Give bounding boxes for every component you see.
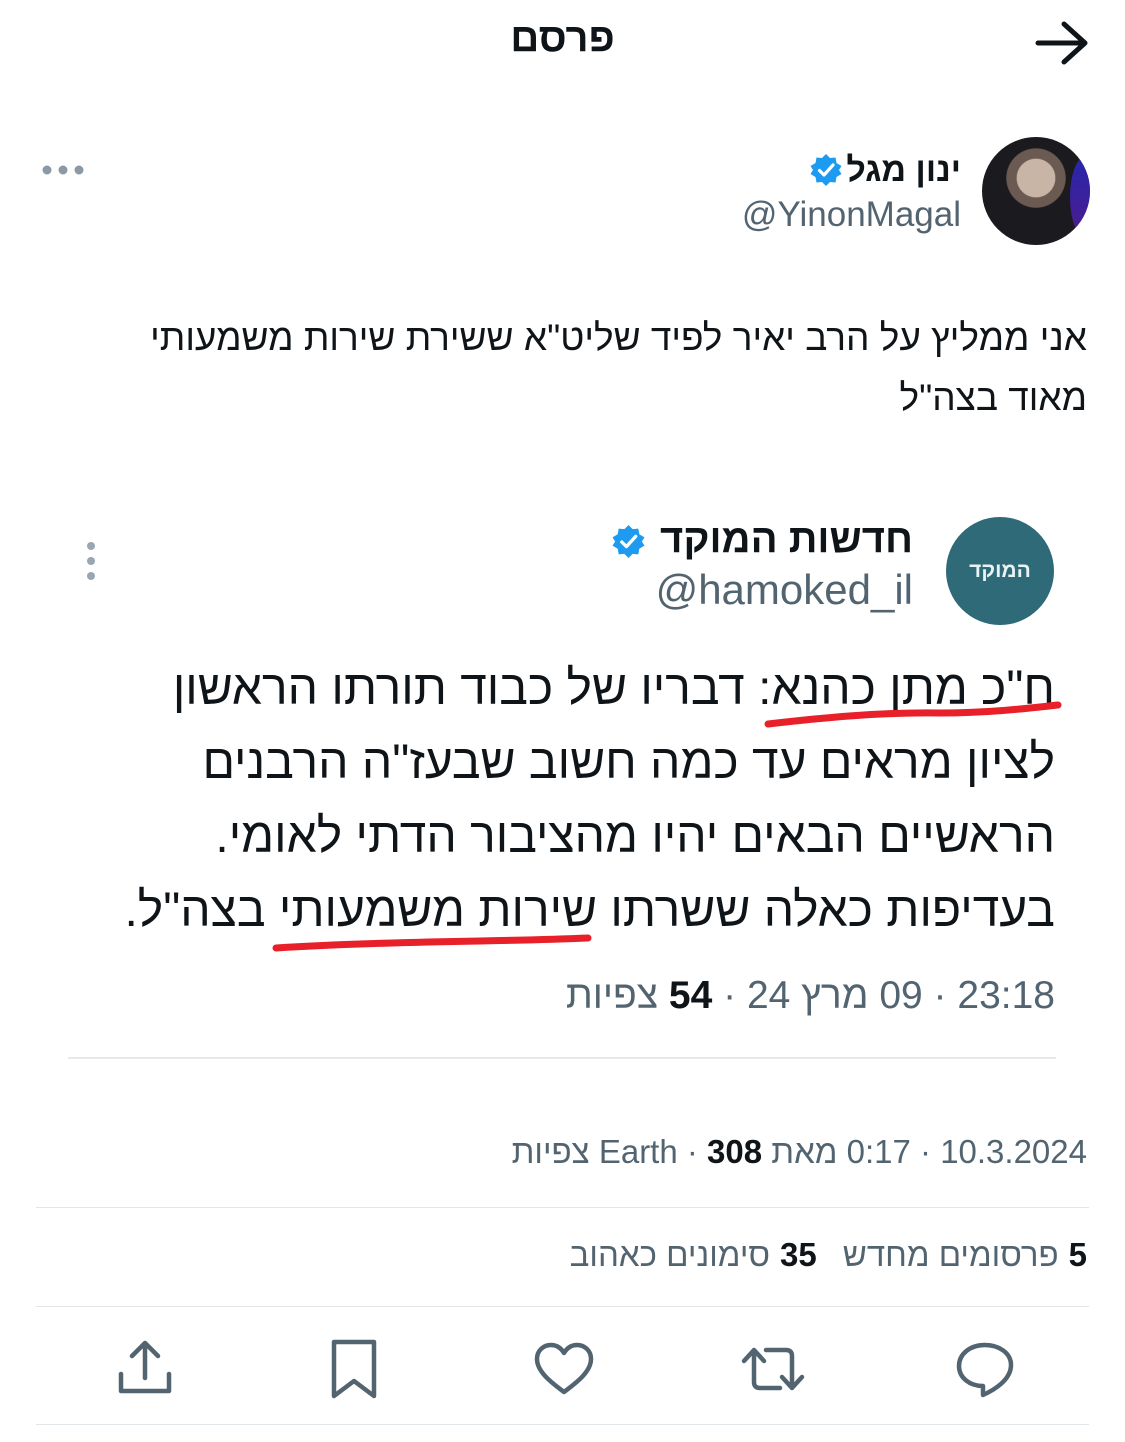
reposts-count: 5 [1068,1236,1087,1273]
quoted-line: לציון מראים עד כמה חשוב שבעז"ה הרבנים [202,736,1055,789]
page-title: פרסם [510,16,615,60]
engagement-stats: 5פרסומים מחדש 35סימונים כאהוב [570,1236,1087,1274]
bookmark-icon[interactable] [321,1336,387,1402]
heart-icon[interactable] [531,1336,597,1402]
repost-icon[interactable] [740,1336,806,1402]
quoted-views-count: 54 [668,974,713,1017]
tweet-text: אני ממליץ על הרב יאיר לפיד שליט"א ששירת … [150,317,1087,418]
avatar[interactable] [982,137,1090,245]
quoted-verified-badge-icon [612,525,645,558]
views-count: 308 [707,1133,763,1170]
reply-icon[interactable] [952,1336,1018,1402]
tweet-meta: 10.3.2024 · 0:17 מאת Earth · 308 צפיות [512,1133,1087,1171]
quoted-tweet-meta: 23:18 · 09 מרץ 24 · 54 צפיות [566,974,1055,1018]
quoted-author-name: חדשות המוקד [660,517,913,561]
share-icon[interactable] [112,1336,178,1402]
quoted-line: הראשיים הבאים יהיו מהציבור הדתי לאומי. [215,810,1055,863]
likes-count: 35 [780,1236,817,1273]
divider [36,1424,1089,1425]
quoted-avatar: המוקד [946,517,1054,625]
quoted-author-handle: @hamoked_il [655,566,913,613]
likes-label: סימונים כאהוב [569,1236,771,1273]
reposts-stat[interactable]: 5פרסומים מחדש [843,1236,1087,1273]
arrow-right-icon[interactable] [1032,18,1092,68]
quoted-avatar-logo-text: המוקד [969,559,1031,582]
quoted-divider [68,1057,1056,1059]
more-vertical-icon [87,542,95,580]
quoted-timestamp: 23:18 · 09 מרץ 24 · [712,974,1055,1017]
reposts-label: פרסומים מחדש [842,1236,1059,1273]
quoted-line: בעדיפות כאלה ששרתו שירות משמעותי בצה"ל. [124,884,1055,937]
divider [36,1306,1089,1307]
more-horizontal-icon[interactable] [40,155,86,185]
quoted-line: ח"כ מתן כהנא: דבריו של כבוד תורתו הראשון [172,662,1055,715]
likes-stat[interactable]: 35סימונים כאהוב [570,1236,817,1273]
tweet-timestamp[interactable]: 10.3.2024 · 0:17 מאת Earth · [599,1133,1087,1170]
views-label: צפיות [511,1133,590,1170]
quoted-views-label: צפיות [565,974,659,1017]
quoted-tweet-body: ח"כ מתן כהנא: דבריו של כבוד תורתו הראשון… [65,652,1055,948]
verified-badge-icon [810,154,842,186]
divider [36,1207,1089,1208]
author-name[interactable]: ינון מגל [846,151,961,190]
author-handle[interactable]: @YinonMagal [742,195,961,235]
